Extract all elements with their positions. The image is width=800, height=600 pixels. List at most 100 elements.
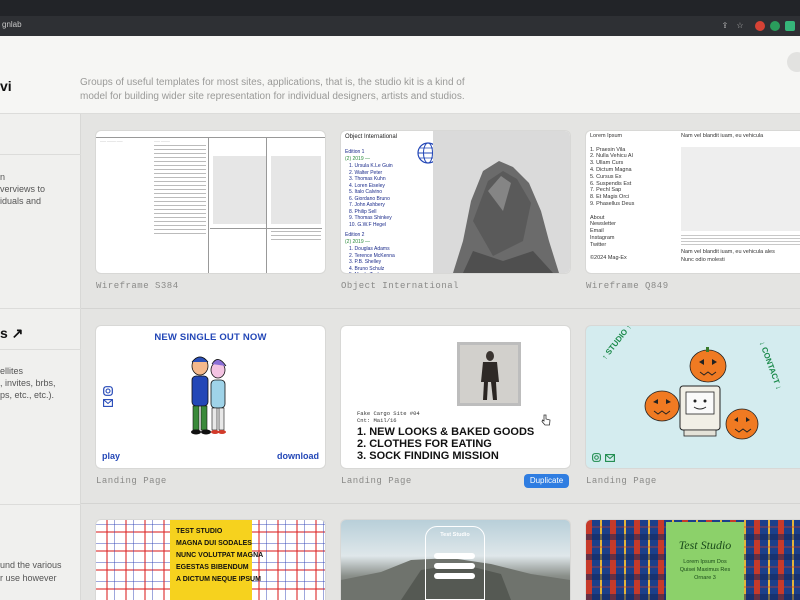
list-item: ©2024 Mag-Ex bbox=[590, 255, 627, 262]
pumpkin-computer-illustration bbox=[644, 347, 759, 440]
header-description: Groups of useful templates for most site… bbox=[80, 76, 500, 104]
template-card-wireframe-q849[interactable]: Lorem Ipsum 1. Praesin Vila 2. Nulla Vehic… bbox=[586, 131, 800, 273]
plaid-text-line: EGESTAS BIBENDUM bbox=[176, 564, 249, 571]
card-caption: Landing Page bbox=[96, 476, 167, 486]
studio-link[interactable]: ↑ STUDIO ↑ bbox=[600, 326, 633, 362]
page-header: vi Groups of useful templates for most s… bbox=[0, 36, 800, 114]
wireframe-image-placeholder bbox=[213, 156, 267, 224]
phone-pill-button[interactable] bbox=[434, 553, 475, 559]
card-caption: Landing Page bbox=[586, 476, 657, 486]
oi-edition-year: (2) 2019 — bbox=[345, 156, 371, 162]
description-line-2: model for building wider site representa… bbox=[80, 91, 465, 102]
template-card-wireframe-s384[interactable]: —— ——— —— —— ——— bbox=[96, 131, 325, 273]
sidebar-text: und the various bbox=[0, 560, 62, 570]
phone-pill-button[interactable] bbox=[434, 563, 475, 569]
template-card-landing-cargo[interactable]: Fake Cargo Site #04 Cnt: Mail/16 1. NEW … bbox=[341, 326, 570, 468]
wireframe-paragraph bbox=[271, 231, 321, 241]
hand-cursor-icon bbox=[541, 414, 551, 426]
sidebar-text: iduals and bbox=[0, 196, 42, 206]
tartan-subtitle: Lorem Ipsum Dos bbox=[683, 559, 727, 565]
url-text[interactable]: gnlab bbox=[2, 20, 22, 29]
template-card-tartan-studio[interactable]: Test Studio Lorem Ipsum Dos Quisei Maxim… bbox=[586, 520, 800, 600]
cargo-site-label: Fake Cargo Site #04 bbox=[357, 410, 420, 417]
rock-photo bbox=[433, 131, 570, 273]
row-divider bbox=[81, 308, 800, 309]
cargo-list-item[interactable]: 3. SOCK FINDING MISSION bbox=[357, 450, 534, 462]
instagram-icon[interactable] bbox=[592, 453, 601, 462]
sidebar-section-title[interactable]: s ↗ bbox=[0, 325, 23, 342]
duplicate-button[interactable]: Duplicate bbox=[524, 474, 569, 488]
plaid-text-line: TEST STUDIO bbox=[176, 528, 223, 535]
wireframe-text: —— ——— bbox=[154, 139, 170, 143]
list-item: 9. Phasellus Deus bbox=[590, 201, 635, 207]
sidebar-text: r use however bbox=[0, 573, 57, 583]
list-item: 5. Nicola Tesla bbox=[349, 272, 381, 273]
phone-pill-button[interactable] bbox=[434, 573, 475, 579]
template-card-plaid-studio[interactable]: TEST STUDIO MAGNA DUI SODALES NUNC VOLUT… bbox=[96, 520, 325, 600]
template-card-landing-studio[interactable]: ↑ STUDIO ↑ ↓ CONTACT ↓ bbox=[586, 326, 800, 468]
characters-illustration bbox=[191, 356, 227, 435]
cargo-contact-label: Cnt: Mail/16 bbox=[357, 417, 397, 424]
browser-address-bar[interactable]: gnlab ⇪ ☆ bbox=[0, 16, 800, 36]
plaid-text-line: A DICTUM NEQUE IPSUM bbox=[176, 576, 261, 583]
oi-edition-1: Edition 1 bbox=[345, 149, 365, 155]
template-card-landscape-studio[interactable]: Test Studio bbox=[341, 520, 570, 600]
sidebar-section-1[interactable]: n verviews to iduals and bbox=[0, 154, 81, 304]
bookmark-star-icon[interactable]: ☆ bbox=[735, 21, 745, 31]
q849-paragraph bbox=[681, 235, 800, 247]
sidebar-section-2[interactable]: s ↗ ellites , invites, brbs, ps, etc., e… bbox=[0, 308, 81, 503]
header-round-button[interactable] bbox=[787, 52, 800, 72]
phone-frame: Test Studio bbox=[425, 526, 485, 600]
person-photo bbox=[457, 342, 521, 406]
plaid-yellow-panel: TEST STUDIO MAGNA DUI SODALES NUNC VOLUT… bbox=[170, 520, 263, 600]
instagram-icon[interactable] bbox=[103, 386, 113, 396]
extension-icon-green[interactable] bbox=[770, 21, 780, 31]
template-card-landing-single[interactable]: NEW SINGLE OUT NOW play download bbox=[96, 326, 325, 468]
download-link[interactable]: download bbox=[277, 451, 319, 461]
cargo-list-item[interactable]: 1. NEW LOOKS & BAKED GOODS bbox=[357, 426, 534, 438]
oi-title: Object International bbox=[345, 134, 398, 140]
mail-icon[interactable] bbox=[605, 454, 615, 462]
sidebar-text: verviews to bbox=[0, 184, 46, 194]
tartan-subtitle: Quisei Maximus Res bbox=[679, 567, 731, 573]
wireframe-rule bbox=[208, 137, 209, 273]
plaid-text-line: NUNC VOLUTPAT MAGNA bbox=[176, 552, 264, 559]
card-caption: Object International bbox=[341, 281, 460, 291]
sidebar-section-3[interactable]: und the various r use however bbox=[0, 504, 81, 600]
wireframe-rule bbox=[266, 137, 267, 273]
list-item: Twitter bbox=[590, 241, 607, 248]
plaid-text-block: TEST STUDIO MAGNA DUI SODALES NUNC VOLUT… bbox=[176, 526, 263, 586]
wireframe-image-placeholder bbox=[271, 156, 321, 224]
landing-headline: NEW SINGLE OUT NOW bbox=[154, 332, 267, 343]
oi-edition-year: (2) 2019 — bbox=[345, 239, 371, 245]
description-line-1: Groups of useful templates for most site… bbox=[80, 77, 465, 88]
extension-icon-red[interactable] bbox=[755, 21, 765, 31]
tartan-subtitle: Ornare 3 bbox=[694, 575, 716, 581]
wireframe-paragraph bbox=[154, 145, 206, 235]
template-card-object-international[interactable]: Object International Edition 1 (2) 2019 … bbox=[341, 131, 570, 273]
row-divider bbox=[81, 503, 800, 504]
q849-image-placeholder bbox=[681, 147, 800, 231]
tartan-title: Test Studio bbox=[678, 538, 732, 552]
oi-edition-2: Edition 2 bbox=[345, 232, 365, 238]
mail-icon[interactable] bbox=[103, 399, 113, 407]
card-caption: Wireframe Q849 bbox=[586, 281, 669, 291]
sidebar-text: ps, etc., etc.). bbox=[0, 390, 55, 400]
cargo-list-item[interactable]: 2. CLOTHES FOR EATING bbox=[357, 438, 534, 450]
header-title-fragment: vi bbox=[0, 78, 12, 94]
sidebar-divider bbox=[0, 349, 81, 350]
share-icon[interactable]: ⇪ bbox=[720, 21, 730, 31]
cargo-list: 1. NEW LOOKS & BAKED GOODS 2. CLOTHES FO… bbox=[357, 426, 534, 462]
extension-icon-arrow[interactable] bbox=[785, 21, 795, 31]
play-link[interactable]: play bbox=[102, 451, 120, 461]
card-caption: Wireframe S384 bbox=[96, 281, 179, 291]
browser-tab-bar bbox=[0, 0, 800, 16]
q849-caption: Nam vel blandit iuam, eu vehicula ales bbox=[681, 249, 775, 255]
wireframe-rule bbox=[210, 228, 322, 229]
wireframe-text: —— ——— —— bbox=[100, 139, 123, 143]
q849-heading: Nam vel blandit iuam, eu vehicula bbox=[681, 133, 764, 139]
list-item: Lorem Ipsum bbox=[590, 133, 623, 139]
sidebar-text: n bbox=[0, 172, 6, 182]
card-caption: Landing Page bbox=[341, 476, 412, 486]
sidebar: n verviews to iduals and s ↗ ellites , i… bbox=[0, 114, 81, 600]
